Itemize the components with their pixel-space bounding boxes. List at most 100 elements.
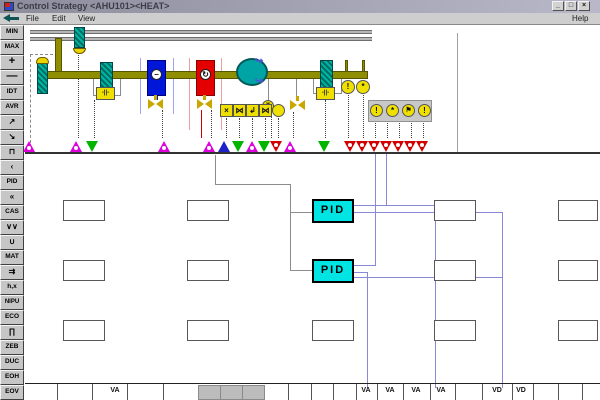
toolbar-button-eov[interactable]: EOV [0,385,24,400]
parameter-block[interactable] [63,200,105,221]
heating-valve-icon[interactable] [197,99,212,109]
toolbar-button-plus[interactable]: + [0,55,24,70]
output-triangle-green[interactable] [86,141,98,152]
input-triangle-blue[interactable] [218,141,230,152]
menu-file[interactable]: File [26,14,39,23]
panel-flag-icon[interactable]: ⚑ [402,104,415,117]
panel-alarm-icon-1[interactable]: ! [370,104,383,117]
toolbar-button-eoh[interactable]: EOH [0,370,24,385]
parameter-block[interactable] [187,200,229,221]
parameter-block[interactable] [312,320,354,341]
triangle-dot [408,143,412,147]
output-triangle-green[interactable] [232,141,244,152]
table-label-va: VA [411,387,420,394]
toolbar-button-dip-icon[interactable]: ∪ [0,235,24,250]
supply-sensor-box[interactable]: -||- [316,87,335,100]
toolbar-button-duc[interactable]: DUC [0,355,24,370]
cooling-valve-icon[interactable] [148,99,163,109]
parameter-block[interactable] [63,260,105,281]
table-separator [377,384,378,400]
actuator-icon-circle[interactable] [272,104,285,117]
output-triangle-green[interactable] [258,141,270,152]
bypass-valve-icon[interactable] [290,100,305,110]
parameter-block[interactable] [187,260,229,281]
toolbar-button-graph-icon[interactable]: ⇉ [0,265,24,280]
table-separator [482,384,483,400]
table-separator [127,384,128,400]
drop-line [239,118,240,138]
pipe-sensor-tap-2 [362,60,365,72]
drop-line [375,123,376,138]
menu-view[interactable]: View [78,14,95,23]
toolbar-button-max[interactable]: MAX [0,40,24,55]
recovery-coil[interactable] [100,62,113,90]
parameter-block[interactable] [434,260,476,281]
toolbar-button-nipu[interactable]: NIPU [0,295,24,310]
actuator-icon-valve2[interactable]: ⋈ [259,104,272,117]
table-label-va: VA [110,387,119,394]
toolbar-button-eco[interactable]: ECO [0,310,24,325]
cooling-bracket-left [140,58,141,114]
parameter-block[interactable] [434,320,476,341]
toolbar-button-min[interactable]: MIN [0,25,24,40]
wire [354,265,376,266]
parameter-block[interactable] [558,200,598,221]
toolbar-button-zeb[interactable]: ZEB [0,340,24,355]
wire [375,152,376,265]
toolbar-button-minus[interactable]: — [0,70,24,85]
menu-help[interactable]: Help [572,14,588,23]
drop-line [387,123,388,138]
heating-bracket-right [221,58,222,130]
exhaust-duct-damper[interactable] [74,27,85,48]
parameter-block[interactable] [63,320,105,341]
wire [290,270,313,271]
pid-block-2[interactable]: PID [312,259,354,283]
alarm-icon-1[interactable]: ! [341,80,355,94]
table-label-va: VA [361,387,370,394]
parameter-block[interactable] [187,320,229,341]
toolbar-button-hx[interactable]: h,x [0,280,24,295]
heating-valve-line [201,110,202,138]
toolbar-button-ramp-down-icon[interactable]: ↘ [0,130,24,145]
toolbar-button-zigzag-icon[interactable]: ∨∨ [0,220,24,235]
exhaust-damper-actuator-cap[interactable] [73,48,86,54]
toolbar-button-avr[interactable]: AVR [0,100,24,115]
triangle-row-line [25,152,600,154]
output-triangle-green[interactable] [318,141,330,152]
table-separator [582,384,583,400]
panel-alarm-icon-2[interactable]: ! [418,104,431,117]
table-separator [242,385,243,400]
parameter-block[interactable] [434,200,476,221]
supply-damper[interactable] [320,60,333,88]
wire [215,184,291,185]
outside-air-damper[interactable] [37,63,48,94]
close-button[interactable]: × [578,1,590,11]
minimize-button[interactable]: _ [552,1,564,11]
recovery-coil-sensor-box[interactable]: -||- [96,87,115,100]
toolbar-button-ramp-up-icon[interactable]: ↗ [0,115,24,130]
damper-actuator-cap[interactable] [36,57,49,64]
panel-gear-icon[interactable]: * [386,104,399,117]
toolbar-button-mat[interactable]: MAT [0,250,24,265]
airflow-arrow-icon: ↪ [255,56,263,67]
parameter-block[interactable] [558,260,598,281]
parameter-block[interactable] [558,320,598,341]
toolbar-button-less-icon[interactable]: ‹ [0,160,24,175]
toolbar-button-idt[interactable]: IDT [0,85,24,100]
toolbar-button-step-icon[interactable]: ⊓ [0,145,24,160]
menu-edit[interactable]: Edit [52,14,66,23]
control-strategy-window: { "window": { "title": "Control Strategy… [0,0,600,400]
table-separator [333,384,334,400]
alarm-icon-2[interactable]: * [356,80,370,94]
toolbar-button-pulse-icon[interactable]: ∏ [0,325,24,340]
actuator-icon-valve1[interactable]: ⋈ [233,104,246,117]
toolbar-button-cas[interactable]: CAS [0,205,24,220]
toolbar-button-chevrons-icon[interactable]: « [0,190,24,205]
toolbar-button-pid[interactable]: PID [0,175,24,190]
actuator-icon-return[interactable]: ↲ [246,104,259,117]
pid-block-1[interactable]: PID [312,199,354,223]
actuator-icon-x[interactable]: × [220,104,233,117]
flow-sensor-line [268,79,269,100]
restore-button[interactable]: □ [565,1,577,11]
wire [354,272,367,273]
